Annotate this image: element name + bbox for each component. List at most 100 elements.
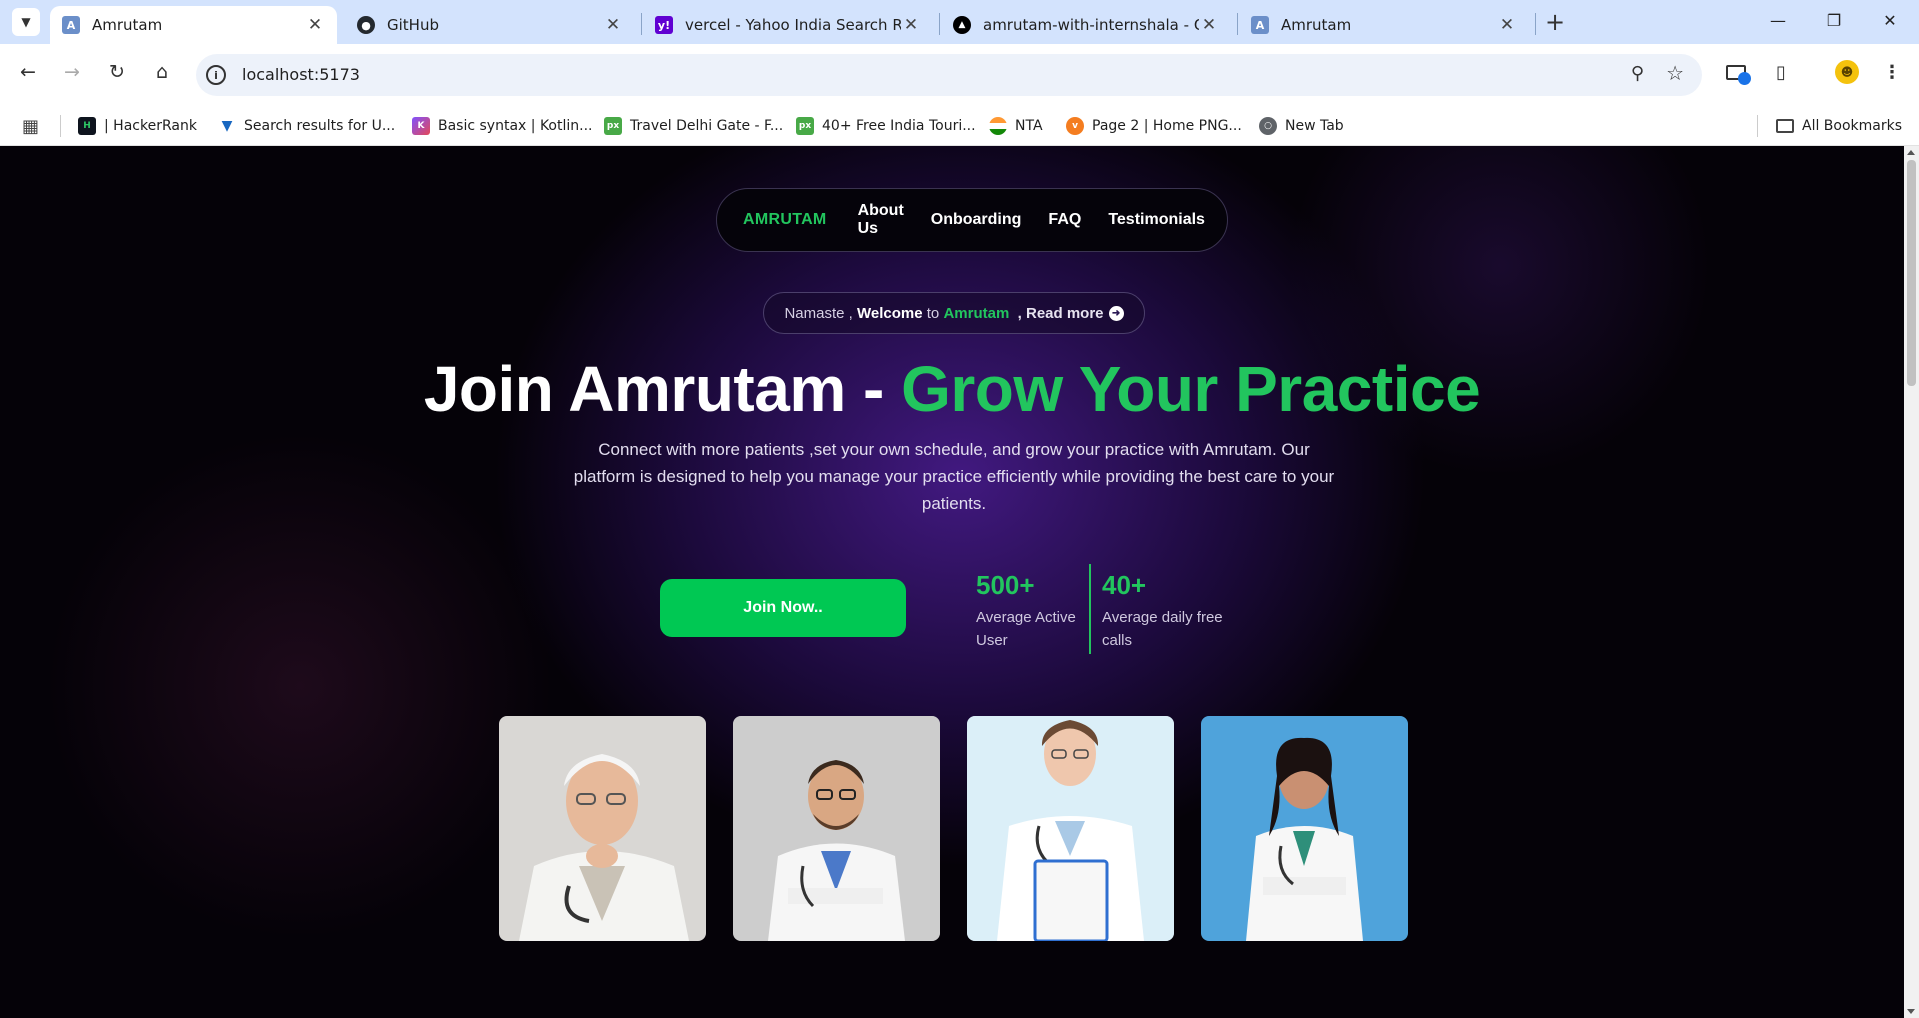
apps-grid-icon: ▦: [22, 115, 40, 137]
kotlin-icon: K: [412, 117, 430, 135]
apps-button[interactable]: ▦: [22, 115, 39, 137]
bookmark-hackerrank[interactable]: H | HackerRank: [78, 115, 197, 137]
back-button[interactable]: ←: [13, 57, 43, 87]
doctor-card-senior-male: [499, 716, 706, 941]
bookmark-new-tab[interactable]: ○ New Tab: [1259, 115, 1344, 137]
site-info-icon[interactable]: i: [206, 65, 226, 85]
reload-icon: ↻: [109, 61, 125, 83]
join-now-button[interactable]: Join Now..: [660, 579, 906, 637]
nav-link-onboarding[interactable]: Onboarding: [931, 211, 1022, 229]
browser-tab-strip: ▼ A Amrutam ✕ ● GitHub ✕ y! vercel - Yah…: [0, 0, 1919, 44]
github-icon: ●: [357, 16, 375, 34]
tab-title: vercel - Yahoo India Search Resu: [685, 16, 901, 34]
bookmark-label: New Tab: [1285, 118, 1344, 134]
pixabay-icon: px: [604, 117, 622, 135]
minimize-icon: —: [1770, 10, 1786, 30]
tab-separator: [939, 13, 940, 35]
pill-text-to: to: [922, 304, 944, 322]
bookmarks-bar: ▦ H | HackerRank ▼ Search results for U.…: [0, 106, 1919, 146]
browser-toolbar: ← → ↻ ⌂ i localhost:5173 ⚲ ☆ ▯ ☻ ⋮: [0, 44, 1919, 106]
bookmark-label: | HackerRank: [104, 118, 197, 134]
welcome-pill[interactable]: Namaste , Welcome to Amrutam , Read more…: [763, 292, 1145, 334]
tab-github[interactable]: ● GitHub ✕: [345, 6, 635, 44]
tab-search-button[interactable]: ▼: [12, 8, 40, 36]
home-icon: ⌂: [155, 61, 169, 83]
bookmark-pixabay-delhi[interactable]: px Travel Delhi Gate - F...: [604, 115, 783, 137]
scroll-down-icon[interactable]: [1907, 1009, 1915, 1014]
close-icon[interactable]: ✕: [901, 15, 921, 35]
nav-link-faq[interactable]: FAQ: [1048, 211, 1081, 229]
restore-button[interactable]: ❐: [1806, 0, 1862, 40]
tab-amrutam[interactable]: A Amrutam ✕: [1239, 6, 1529, 44]
bookmark-vecteezy[interactable]: v Page 2 | Home PNG...: [1066, 115, 1242, 137]
read-more-link[interactable]: , Read more: [1009, 305, 1104, 322]
stat-value: 40+: [1102, 570, 1147, 600]
arrow-left-icon: ←: [20, 61, 36, 83]
bookmark-label: Basic syntax | Kotlin...: [438, 118, 593, 134]
bookmark-label: 40+ Free India Touri...: [822, 118, 976, 134]
site-logo[interactable]: AMRUTAM: [743, 211, 827, 229]
nav-link-testimonials[interactable]: Testimonials: [1108, 211, 1205, 229]
tab-vercel[interactable]: ▲ amrutam-with-internshala - Ove ✕: [941, 6, 1231, 44]
close-icon[interactable]: ✕: [1199, 15, 1219, 35]
extensions-button[interactable]: ▯: [1765, 56, 1797, 88]
close-icon[interactable]: ✕: [603, 15, 623, 35]
tab-yahoo[interactable]: y! vercel - Yahoo India Search Resu ✕: [643, 6, 933, 44]
scrollbar-thumb[interactable]: [1907, 160, 1916, 386]
hero-headline: Join Amrutam - Grow Your Practice: [0, 352, 1904, 426]
plus-icon: +: [1544, 8, 1566, 36]
address-text[interactable]: localhost:5173: [242, 65, 360, 84]
tab-separator: [641, 13, 642, 35]
zoom-icon[interactable]: ⚲: [1631, 63, 1644, 84]
cast-badge-icon: [1738, 71, 1751, 85]
pill-text-amrutam: Amrutam: [943, 304, 1010, 322]
minimize-button[interactable]: —: [1750, 0, 1806, 40]
cast-button[interactable]: [1720, 56, 1752, 88]
tab-title: Amrutam: [1281, 16, 1352, 34]
doctor-card-female-clipboard: [967, 716, 1174, 941]
close-window-button[interactable]: ✕: [1862, 0, 1918, 40]
bookmark-kotlin[interactable]: K Basic syntax | Kotlin...: [412, 115, 592, 137]
all-bookmarks-button[interactable]: All Bookmarks: [1776, 115, 1902, 137]
chevron-down-icon: ▼: [21, 15, 31, 29]
doctor-card-female-arms-crossed: [1201, 716, 1408, 941]
headline-green: Grow Your Practice: [901, 353, 1481, 425]
site-navbar: AMRUTAM About Us Onboarding FAQ Testimon…: [716, 188, 1228, 252]
stat-active-users: 500+ Average Active User: [976, 570, 1106, 652]
nav-link-about-us[interactable]: About Us: [858, 202, 904, 238]
folder-icon: [1776, 119, 1794, 133]
home-button[interactable]: ⌂: [147, 57, 177, 87]
close-icon[interactable]: ✕: [1497, 15, 1517, 35]
scroll-up-icon[interactable]: [1907, 150, 1915, 155]
bookmark-pixabay-india[interactable]: px 40+ Free India Touri...: [796, 115, 976, 137]
pixabay-icon: px: [796, 117, 814, 135]
pill-text-namaste: Namaste ,: [784, 304, 857, 322]
stat-value: 500+: [976, 570, 1035, 600]
reload-button[interactable]: ↻: [102, 57, 132, 87]
vercel-icon: ▲: [953, 16, 971, 34]
tab-title: GitHub: [387, 16, 439, 34]
address-bar[interactable]: i localhost:5173 ⚲ ☆: [196, 54, 1702, 96]
new-tab-button[interactable]: +: [1541, 8, 1569, 36]
menu-button[interactable]: ⋮: [1876, 56, 1908, 88]
bookmark-vuetify[interactable]: ▼ Search results for U...: [218, 115, 395, 137]
bookmark-star-icon[interactable]: ☆: [1666, 61, 1684, 85]
tab-amrutam-active[interactable]: A Amrutam ✕: [50, 6, 337, 44]
arrow-circle-right-icon: ➜: [1108, 305, 1124, 321]
cast-icon: [1726, 64, 1751, 85]
bookmark-label: Page 2 | Home PNG...: [1092, 118, 1242, 134]
page-viewport: AMRUTAM About Us Onboarding FAQ Testimon…: [0, 146, 1919, 1018]
close-icon[interactable]: ✕: [305, 15, 325, 35]
close-icon: ✕: [1883, 10, 1897, 30]
nta-icon: [989, 117, 1007, 135]
stat-label: Average Active User: [976, 609, 1076, 649]
stat-free-calls: 40+ Average daily free calls: [1102, 570, 1232, 652]
page-scrollbar[interactable]: [1904, 146, 1919, 1018]
forward-button[interactable]: →: [57, 57, 87, 87]
puzzle-icon: ▯: [1776, 61, 1786, 83]
bookmark-separator: [1757, 115, 1758, 137]
hero-subtext: Connect with more patients ,set your own…: [573, 440, 1335, 513]
bookmark-label: NTA: [1015, 118, 1043, 134]
profile-button[interactable]: ☻: [1831, 56, 1863, 88]
bookmark-nta[interactable]: NTA: [989, 115, 1043, 137]
